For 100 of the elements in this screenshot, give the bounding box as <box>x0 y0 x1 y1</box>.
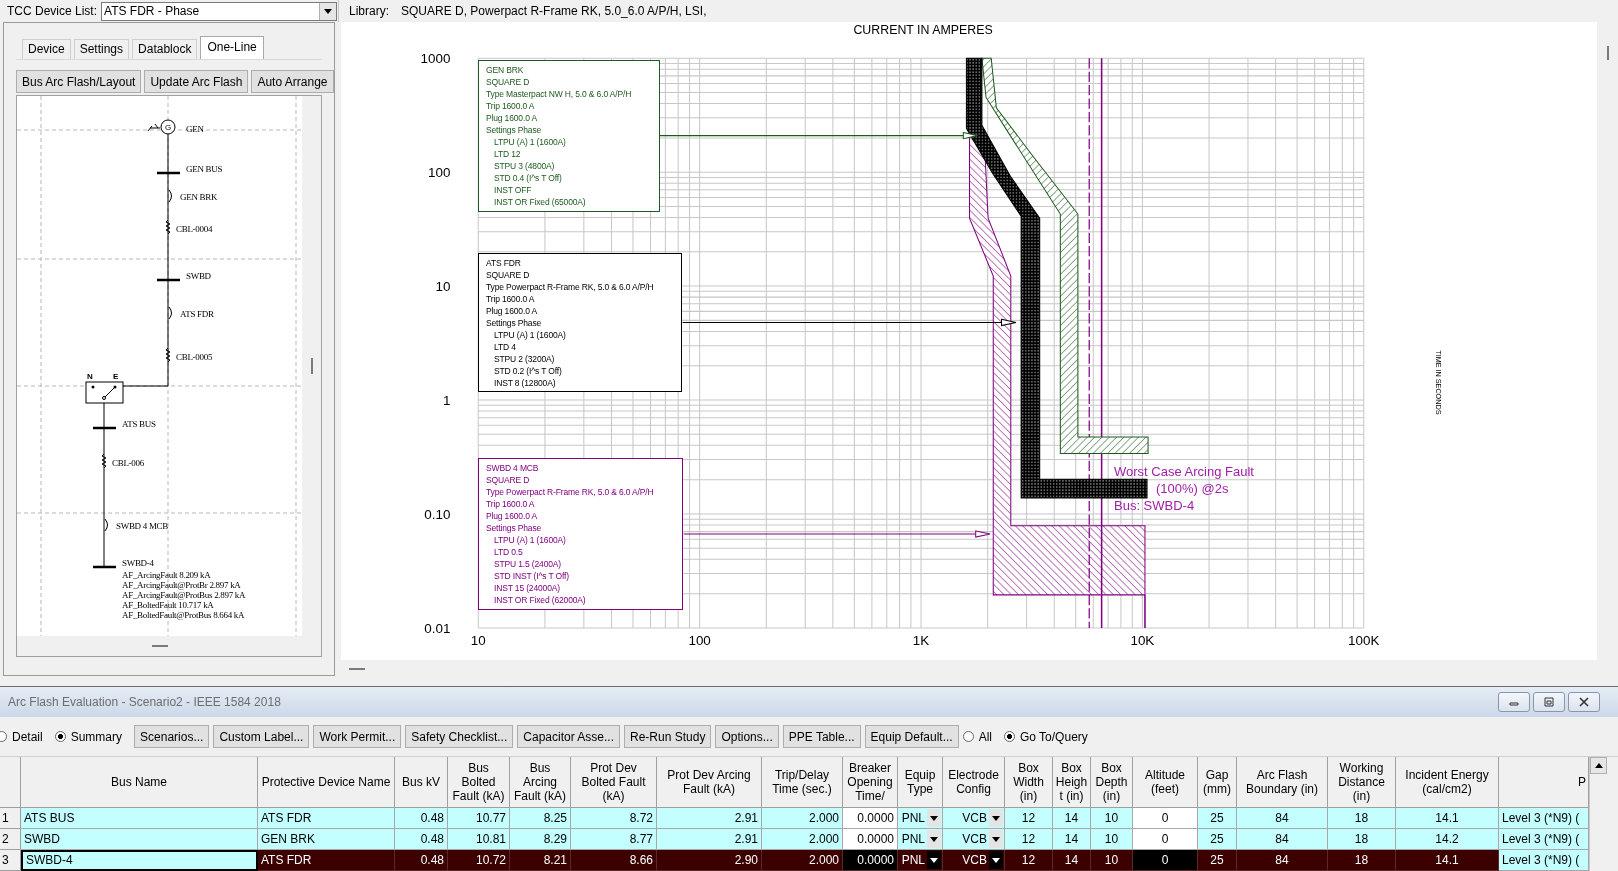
table-cell[interactable]: 14 <box>1053 829 1091 850</box>
dropdown-button[interactable] <box>927 830 941 848</box>
table-cell[interactable]: 0.48 <box>395 808 448 829</box>
table-cell[interactable]: 2.000 <box>762 829 843 850</box>
radio-button[interactable]: All <box>962 729 992 744</box>
toolbar-button[interactable]: Update Arc Flash <box>144 70 249 93</box>
table-cell[interactable]: 14.1 <box>1396 850 1499 871</box>
dropdown-button[interactable] <box>989 851 1003 869</box>
table-cell[interactable]: 0.48 <box>395 829 448 850</box>
table-cell[interactable]: ATS FDR <box>258 850 395 871</box>
minimize-button[interactable] <box>1498 692 1530 712</box>
table-cell[interactable]: 10 <box>1091 850 1133 871</box>
editable-cell[interactable]: 0 <box>1133 808 1198 829</box>
column-header[interactable]: Breaker Opening Time/ <box>843 757 898 808</box>
table-cell[interactable]: 2.90 <box>657 850 762 871</box>
toolbar-button[interactable]: Bus Arc Flash/Layout <box>16 70 142 93</box>
radio-circle[interactable] <box>962 731 974 742</box>
table-cell[interactable]: 0.48 <box>395 850 448 871</box>
tab[interactable]: Datablock <box>132 39 198 59</box>
table-cell[interactable]: 25 <box>1198 829 1237 850</box>
table-cell[interactable]: Level 3 (*N9) ( <box>1499 850 1589 871</box>
column-header[interactable]: Box Width (in) <box>1005 757 1053 808</box>
dropdown-button[interactable] <box>989 830 1003 848</box>
toolbar-button[interactable]: Equip Default... <box>864 725 959 748</box>
table-cell[interactable]: 18 <box>1328 808 1396 829</box>
column-header[interactable]: Electrode Config <box>943 757 1005 808</box>
column-header[interactable]: Working Distance (in) <box>1328 757 1396 808</box>
close-button[interactable] <box>1568 692 1600 712</box>
table-cell[interactable]: 2.000 <box>762 808 843 829</box>
table-cell[interactable]: Level 3 (*N9) ( <box>1499 808 1589 829</box>
column-header[interactable]: Trip/Delay Time (sec.) <box>762 757 843 808</box>
dropdown-cell[interactable]: VCB <box>943 808 1005 829</box>
resize-grip[interactable] <box>1606 46 1609 60</box>
dropdown-cell[interactable]: VCB <box>943 829 1005 850</box>
column-header[interactable]: P <box>1499 757 1589 808</box>
toolbar-button[interactable]: Work Permit... <box>313 725 402 748</box>
dropdown-cell[interactable]: PNL <box>898 808 943 829</box>
table-cell[interactable]: 8.21 <box>510 850 571 871</box>
table-cell[interactable]: 14 <box>1053 808 1091 829</box>
table-cell[interactable]: 12 <box>1005 850 1053 871</box>
table-cell[interactable]: 2.91 <box>657 808 762 829</box>
toolbar-button[interactable]: Scenarios... <box>134 725 210 748</box>
tab[interactable]: One-Line <box>200 36 264 59</box>
table-cell[interactable]: 18 <box>1328 829 1396 850</box>
tab[interactable]: Device <box>22 39 71 59</box>
radio-circle[interactable] <box>1004 731 1015 742</box>
dropdown-cell[interactable]: PNL <box>898 850 943 871</box>
toolbar-button[interactable]: Capacitor Asse... <box>517 725 620 748</box>
table-cell[interactable]: 14 <box>1053 850 1091 871</box>
table-cell[interactable]: 10.77 <box>448 808 510 829</box>
table-cell[interactable]: 2.000 <box>762 850 843 871</box>
scroll-up-button[interactable] <box>1590 757 1608 774</box>
table-cell[interactable]: 84 <box>1237 850 1328 871</box>
table-cell[interactable]: 10 <box>1091 808 1133 829</box>
editable-cell[interactable]: 0.0000 <box>843 829 898 850</box>
table-cell[interactable]: ATS BUS <box>21 808 258 829</box>
dropdown-cell[interactable]: VCB <box>943 850 1005 871</box>
table-cell[interactable]: SWBD <box>21 829 258 850</box>
table-cell[interactable]: 25 <box>1198 808 1237 829</box>
column-header[interactable]: Gap (mm) <box>1198 757 1237 808</box>
table-cell[interactable]: 8.72 <box>571 808 657 829</box>
device-list-dropdown[interactable]: ATS FDR - Phase <box>101 1 338 21</box>
table-cell[interactable]: 10 <box>1091 829 1133 850</box>
column-header[interactable]: Box Depth (in) <box>1091 757 1133 808</box>
column-header[interactable]: Protective Device Name <box>258 757 395 808</box>
editable-cell[interactable]: 0 <box>1133 829 1198 850</box>
table-cell[interactable]: GEN BRK <box>258 829 395 850</box>
radio-button[interactable]: Detail <box>0 729 43 744</box>
dropdown-button[interactable] <box>989 809 1003 827</box>
table-cell[interactable]: 8.29 <box>510 829 571 850</box>
table-cell[interactable]: 84 <box>1237 808 1328 829</box>
toolbar-button[interactable]: Safety Checklist... <box>405 725 514 748</box>
column-header[interactable]: Arc Flash Boundary (in) <box>1237 757 1328 808</box>
column-header[interactable]: Prot Dev Arcing Fault (kA) <box>657 757 762 808</box>
table-cell[interactable]: 84 <box>1237 829 1328 850</box>
column-header[interactable]: Bus Bolted Fault (kA) <box>448 757 510 808</box>
toolbar-button[interactable]: Auto Arrange <box>251 70 334 93</box>
dropdown-button[interactable] <box>927 851 941 869</box>
table-cell[interactable]: 8.66 <box>571 850 657 871</box>
column-header[interactable]: Incident Energy (cal/cm2) <box>1396 757 1499 808</box>
column-header[interactable]: Bus Arcing Fault (kA) <box>510 757 571 808</box>
table-cell[interactable]: 25 <box>1198 850 1237 871</box>
radio-button[interactable]: Summary <box>54 729 123 744</box>
radio-button[interactable]: Go To/Query <box>1004 729 1088 744</box>
editable-cell[interactable]: 0 <box>1133 850 1198 871</box>
dropdown-button[interactable] <box>319 2 337 20</box>
table-cell[interactable]: 12 <box>1005 829 1053 850</box>
table-cell[interactable]: 14.1 <box>1396 808 1499 829</box>
column-header[interactable]: Altitude (feet) <box>1133 757 1198 808</box>
table-cell[interactable]: 8.77 <box>571 829 657 850</box>
table-cell[interactable]: 12 <box>1005 808 1053 829</box>
table-cell[interactable]: SWBD-4 <box>21 850 258 871</box>
column-header[interactable]: Equip Type <box>898 757 943 808</box>
column-header[interactable]: Prot Dev Bolted Fault (kA) <box>571 757 657 808</box>
scrollbar[interactable] <box>1589 757 1608 871</box>
table-cell[interactable]: 10.81 <box>448 829 510 850</box>
table-cell[interactable]: 10.72 <box>448 850 510 871</box>
resize-grip[interactable] <box>310 358 313 374</box>
dropdown-button[interactable] <box>927 809 941 827</box>
table-cell[interactable]: 14.2 <box>1396 829 1499 850</box>
